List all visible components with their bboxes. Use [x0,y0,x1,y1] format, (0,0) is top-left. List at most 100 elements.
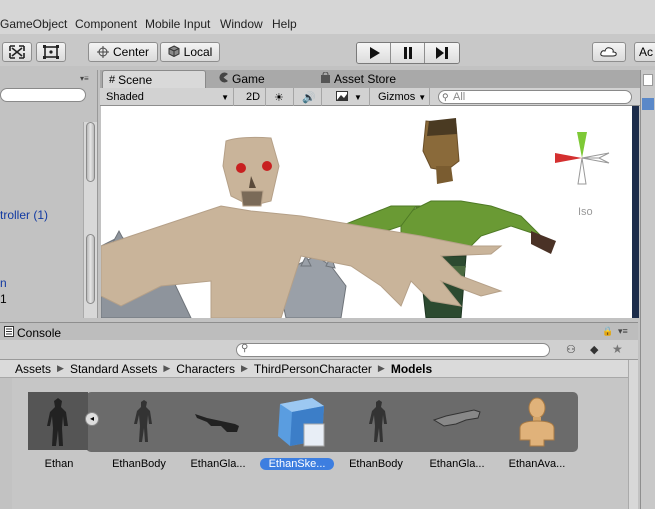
tab-scene[interactable]: # Scene [102,70,206,88]
effects-dropdown[interactable]: ▼ [330,88,370,106]
hierarchy-item-controller[interactable]: troller (1) [0,208,48,222]
asset-label-selected: EthanSke... [260,458,334,470]
asset-label: EthanGla... [190,458,246,470]
menu-gameobject[interactable]: GameObject [0,17,67,31]
toggle-2d-button[interactable]: 2D [240,88,266,106]
tab-asset-store[interactable]: Asset Store [314,70,424,88]
pacman-icon [218,72,229,86]
hierarchy-item-partial[interactable]: n [0,276,7,290]
filter-by-type-icon[interactable]: ⚇ [566,343,576,356]
project-breadcrumb: Assets ▶ Standard Assets ▶ Characters ▶ … [0,360,638,378]
hierarchy-scrollbar[interactable] [83,122,97,318]
object-icon [642,98,654,110]
projection-label[interactable]: Iso [578,206,593,218]
scene-search-input[interactable]: ⚲ All [438,90,632,104]
asset-label: EthanBody [112,458,166,470]
asset-label: Ethan [44,458,74,470]
scene-tab-bar: # Scene Game Asset Store [100,70,640,88]
tab-scene-label: Scene [118,72,153,87]
gizmos-label: Gizmos [378,91,416,103]
favorites-star-icon[interactable]: ★ [612,342,623,356]
lighting-toggle[interactable]: ☀ [268,88,294,106]
account-label: Ac [639,45,654,59]
expand-arrow-icon[interactable]: ◂ [85,412,99,426]
asset-item[interactable]: EthanGla... [420,390,494,474]
cloud-icon [600,47,617,57]
shading-mode-dropdown[interactable]: Shaded ▼ [100,88,234,106]
asset-item[interactable]: ◂ Ethan [22,390,99,474]
step-icon [436,47,448,59]
panel-menu-icon[interactable]: ▾≡ [618,326,628,337]
filter-by-label-icon[interactable]: ◆ [590,343,598,356]
tab-console[interactable]: Console [17,326,61,340]
scene-orientation-gizmo[interactable]: Iso [551,128,613,218]
glasses-thumbnail [187,390,249,452]
asset-label: EthanBody [349,458,403,470]
pivot-center-button[interactable]: Center [88,42,158,62]
asset-label: EthanAva... [508,458,566,470]
local-cube-icon [168,44,180,60]
gizmos-dropdown[interactable]: Gizmos ▼ [372,88,430,106]
playback-controls [356,42,460,64]
breadcrumb-characters[interactable]: Characters [176,362,235,376]
pivot-local-label: Local [183,45,213,59]
chevron-right-icon: ▶ [240,363,248,373]
asset-item[interactable]: EthanBody [102,390,176,474]
pivot-local-button[interactable]: Local [160,42,220,62]
tab-game[interactable]: Game [212,70,292,88]
scale-tool-button[interactable] [2,42,32,62]
tab-asset-store-label: Asset Store [334,72,397,86]
pivot-center-label: Center [112,45,150,59]
asset-item[interactable]: EthanAva... [500,390,574,474]
asset-item[interactable]: EthanGla... [181,390,255,474]
glasses-outline-thumbnail [426,390,488,452]
scene-edge-strip [632,106,639,318]
panel-menu-icon[interactable]: ▾≡ [80,74,89,83]
hierarchy-panel: ▾≡ troller (1) n 1 [0,70,98,318]
chevron-down-icon: ▼ [354,92,362,102]
scene-viewport[interactable]: Iso [101,106,632,318]
ethan-model-thumbnail [28,392,88,450]
avatar-thumbnail [506,390,568,452]
menu-mobile-input[interactable]: Mobile Input [145,17,210,31]
breadcrumb-models[interactable]: Models [391,362,432,376]
sun-icon: ☀ [274,91,284,104]
hierarchy-search-input[interactable] [0,88,86,102]
project-search-input[interactable]: ⚲ [236,343,550,357]
hierarchy-scroll-thumb-lower[interactable] [86,234,95,304]
breadcrumb-assets[interactable]: Assets [15,362,51,376]
pause-button[interactable] [391,43,425,63]
shopping-bag-icon [320,71,331,86]
breadcrumb-third-person-character[interactable]: ThirdPersonCharacter [254,362,372,376]
play-icon [369,47,380,59]
menu-component[interactable]: Component [75,17,137,31]
hierarchy-item-count[interactable]: 1 [0,292,7,306]
audio-toggle[interactable]: 🔊 [296,88,322,106]
rect-tool-button[interactable] [36,42,66,62]
project-search-bar: ⚲ ⚇ ◆ ★ [0,340,638,360]
menu-help[interactable]: Help [272,17,297,31]
asset-item[interactable]: EthanBody [339,390,413,474]
pause-icon [403,47,412,59]
chevron-right-icon: ▶ [163,363,171,373]
main-toolbar: Center Local Ac [0,34,655,66]
breadcrumb-standard-assets[interactable]: Standard Assets [70,362,157,376]
mesh-thumbnail [345,390,407,452]
play-button[interactable] [357,43,391,63]
speaker-icon: 🔊 [302,91,316,104]
inspector-checkbox[interactable] [643,74,653,86]
menu-window[interactable]: Window [220,17,263,31]
cloud-button[interactable] [592,42,626,62]
grid-icon: # [109,73,116,86]
pivot-icon [96,46,109,58]
lock-icon[interactable]: 🔒 [602,326,613,337]
chevron-right-icon: ▶ [377,363,385,373]
account-button[interactable]: Ac [634,42,655,62]
chevron-down-icon: ▼ [221,92,229,102]
cube-mesh-thumbnail [266,390,328,452]
asset-item[interactable]: EthanSke... [260,390,334,474]
unity-editor-window: GameObject Component Mobile Input Window… [0,0,655,509]
step-button[interactable] [425,43,459,63]
hierarchy-scroll-thumb[interactable] [86,122,95,182]
project-scrollbar[interactable] [628,360,638,509]
